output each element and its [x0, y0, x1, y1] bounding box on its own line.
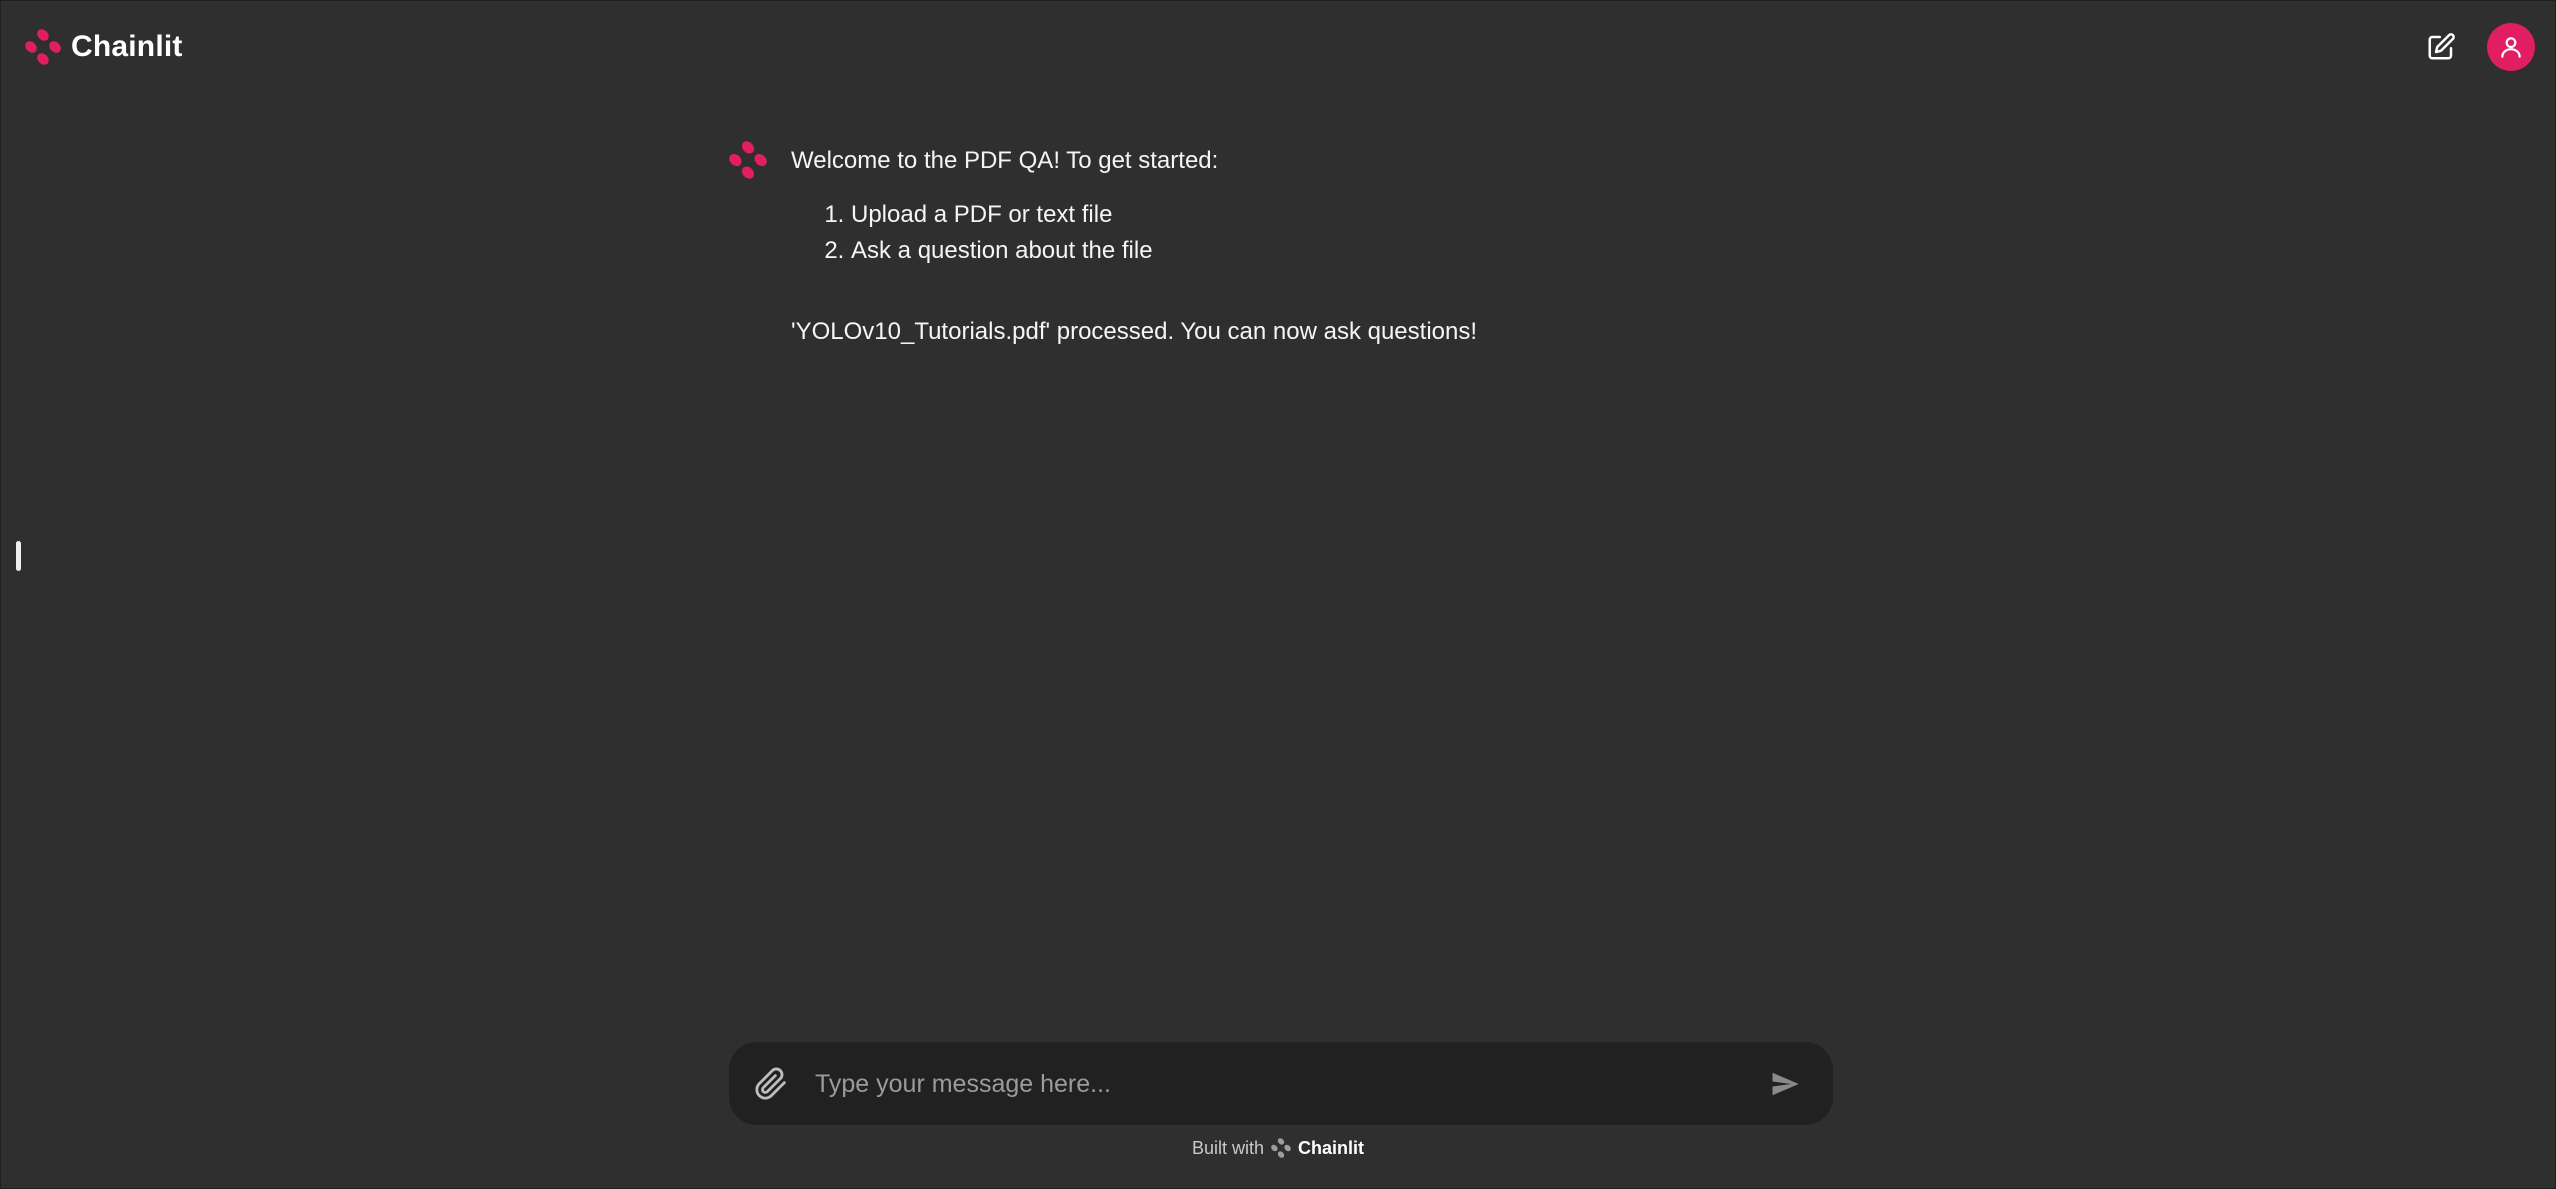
steps-list: Upload a PDF or text file Ask a question… — [791, 197, 1835, 269]
brand-name: Chainlit — [71, 30, 183, 63]
sidebar-toggle-handle[interactable] — [16, 541, 21, 571]
message-content: Welcome to the PDF QA! To get started: U… — [791, 139, 1835, 350]
edit-icon — [2428, 33, 2455, 60]
paperclip-icon — [755, 1067, 786, 1100]
user-avatar-button[interactable] — [2487, 23, 2535, 71]
brand[interactable]: Chainlit — [23, 27, 183, 67]
welcome-text: Welcome to the PDF QA! To get started: — [791, 147, 1219, 174]
footer: Built with Chainlit — [1, 1137, 2555, 1159]
built-with-text: Built with — [1191, 1137, 1265, 1158]
message-composer — [729, 1042, 1833, 1125]
new-chat-button[interactable] — [2417, 23, 2465, 71]
attach-file-button[interactable] — [749, 1062, 793, 1106]
processed-message: 'YOLOv10_Tutorials.pdf' processed. You c… — [791, 318, 1478, 345]
assistant-message: Welcome to the PDF QA! To get started: U… — [727, 139, 1835, 350]
message-thread: Welcome to the PDF QA! To get started: U… — [727, 139, 1835, 350]
chainlit-logo-icon — [1271, 1138, 1291, 1158]
chainlit-logo-icon — [25, 29, 61, 65]
send-button[interactable] — [1763, 1062, 1807, 1106]
message-input[interactable] — [813, 1060, 1717, 1108]
app-window: Chainlit Welcome to the PDF QA! To get s… — [0, 0, 2556, 1189]
user-icon — [2501, 37, 2521, 58]
list-item: Upload a PDF or text file — [851, 197, 1835, 233]
footer-brand-link[interactable]: Chainlit — [1298, 1138, 1364, 1159]
send-icon — [1772, 1072, 1799, 1096]
chainlit-logo-icon — [729, 141, 767, 179]
list-item: Ask a question about the file — [851, 233, 1835, 269]
header: Chainlit — [1, 1, 2555, 93]
header-actions — [2417, 23, 2535, 71]
